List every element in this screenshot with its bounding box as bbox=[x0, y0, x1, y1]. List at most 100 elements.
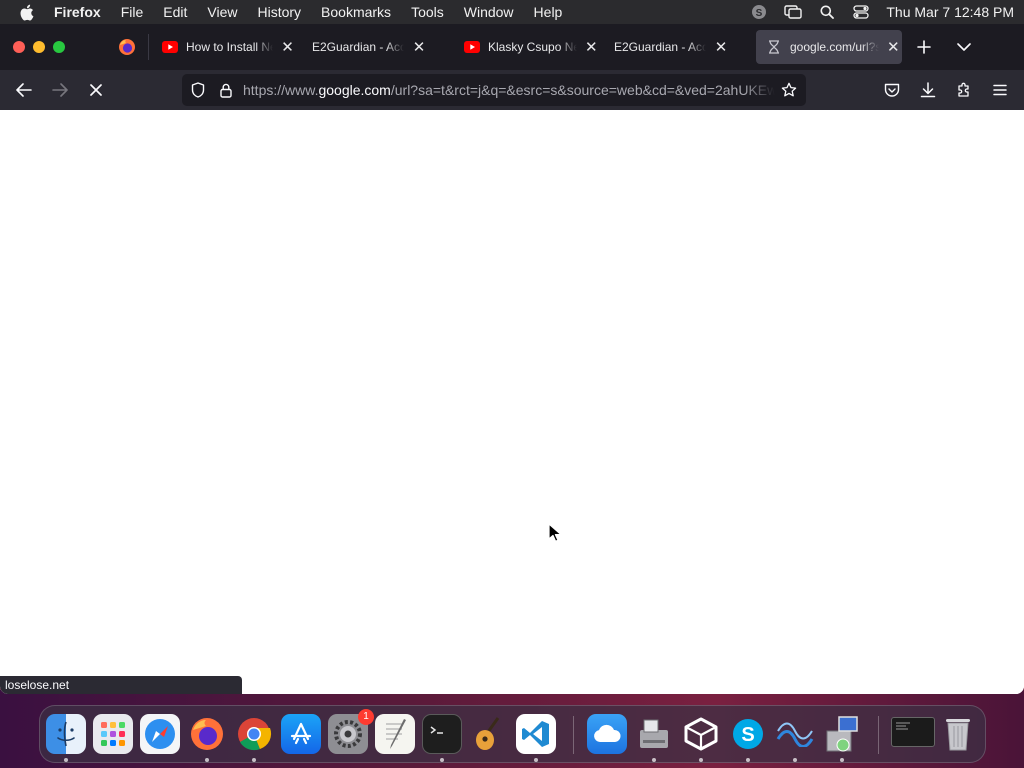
window-close-button[interactable] bbox=[13, 41, 25, 53]
dock-boot-camp-assistant[interactable] bbox=[634, 714, 674, 754]
finder-icon bbox=[57, 721, 75, 747]
menu-window[interactable]: Window bbox=[454, 0, 524, 24]
dock-system-settings[interactable]: 1 bbox=[328, 709, 374, 754]
apple-menu-icon[interactable] bbox=[0, 4, 52, 21]
puzzle-piece-icon bbox=[958, 82, 969, 97]
tab-title: E2Guardian - Access Denied bbox=[312, 40, 404, 54]
dock-separator bbox=[573, 716, 574, 754]
dock: 1 S bbox=[39, 705, 986, 763]
tab-e2guardian-access-denied-1[interactable]: E2Guardian - Access Denied ✕ bbox=[300, 30, 446, 64]
firefox-window: How to Install Netflix ✕ E2Guardian - Ac… bbox=[0, 24, 1024, 694]
dock-separator bbox=[878, 716, 879, 754]
close-tab-icon[interactable]: ✕ bbox=[410, 38, 428, 56]
dock-installer[interactable] bbox=[822, 714, 862, 754]
running-indicator bbox=[534, 758, 538, 762]
menu-file[interactable]: File bbox=[111, 0, 154, 24]
menu-app-name[interactable]: Firefox bbox=[52, 0, 111, 24]
dock-visual-studio-code[interactable] bbox=[516, 714, 556, 754]
url-bar[interactable]: https://www.google.com/url?sa=t&rct=j&q=… bbox=[182, 74, 806, 106]
close-tab-icon[interactable]: ✕ bbox=[712, 38, 730, 56]
downloads-button[interactable] bbox=[916, 78, 940, 102]
installer-box-icon bbox=[826, 716, 858, 752]
page-content[interactable] bbox=[0, 110, 1024, 694]
menu-history[interactable]: History bbox=[247, 0, 311, 24]
running-indicator bbox=[746, 758, 750, 762]
dock-garageband[interactable] bbox=[469, 714, 509, 754]
dock-google-chrome[interactable] bbox=[234, 714, 274, 754]
terminal-window-thumbnail-icon bbox=[896, 722, 910, 730]
plus-icon bbox=[917, 40, 931, 54]
window-minimize-button[interactable] bbox=[33, 41, 45, 53]
skype-status-icon[interactable]: S bbox=[750, 4, 768, 20]
bookmark-star-icon[interactable] bbox=[781, 82, 797, 98]
tab-how-to-install-netflix[interactable]: How to Install Netflix ✕ bbox=[152, 30, 296, 64]
dock-launchpad[interactable] bbox=[93, 714, 133, 754]
control-center-icon[interactable] bbox=[852, 4, 870, 20]
svg-text:S: S bbox=[741, 724, 754, 746]
list-all-tabs-button[interactable] bbox=[952, 35, 976, 59]
notification-badge: 1 bbox=[358, 709, 374, 725]
dock-trash[interactable] bbox=[938, 714, 978, 754]
terminal-prompt-icon bbox=[430, 726, 443, 734]
running-indicator bbox=[252, 758, 256, 762]
lock-icon[interactable] bbox=[218, 82, 234, 98]
close-tab-icon[interactable]: ✕ bbox=[583, 38, 600, 56]
tab-title: Klasky Csupo New Logo bbox=[488, 40, 577, 54]
dock-terminal[interactable] bbox=[422, 714, 462, 754]
close-tab-icon[interactable]: ✕ bbox=[885, 38, 902, 56]
menu-bookmarks[interactable]: Bookmarks bbox=[311, 0, 401, 24]
dock-skype[interactable]: S bbox=[728, 714, 768, 754]
pocket-icon bbox=[884, 83, 900, 97]
dock-icloud[interactable] bbox=[587, 714, 627, 754]
menu-bar: Firefox File Edit View History Bookmarks… bbox=[0, 0, 1024, 24]
dock-sketchup[interactable] bbox=[681, 714, 721, 754]
new-tab-button[interactable] bbox=[912, 35, 936, 59]
window-fullscreen-button[interactable] bbox=[53, 41, 65, 53]
forward-arrow-icon bbox=[52, 83, 68, 97]
stop-loading-button[interactable] bbox=[84, 78, 108, 102]
gear-icon bbox=[334, 720, 362, 748]
spotlight-search-icon[interactable] bbox=[818, 4, 836, 20]
running-indicator bbox=[699, 758, 703, 762]
hamburger-menu-icon bbox=[993, 84, 1007, 96]
youtube-icon bbox=[464, 39, 480, 55]
menu-view[interactable]: View bbox=[197, 0, 247, 24]
tab-bar: How to Install Netflix ✕ E2Guardian - Ac… bbox=[0, 24, 1024, 70]
url-path: /url?sa=t&rct=j&q=&esrc=s&source=web&cd=… bbox=[390, 82, 775, 98]
tab-e2guardian-access-denied-2[interactable]: E2Guardian - Access Denied ✕ bbox=[602, 30, 748, 64]
hourglass-loading-icon bbox=[766, 39, 782, 55]
application-menu-button[interactable] bbox=[988, 78, 1012, 102]
navigation-toolbar: https://www.google.com/url?sa=t&rct=j&q=… bbox=[0, 70, 1024, 110]
extensions-button[interactable] bbox=[952, 78, 976, 102]
menu-help[interactable]: Help bbox=[524, 0, 573, 24]
tab-separator bbox=[148, 34, 149, 60]
url-text[interactable]: https://www.google.com/url?sa=t&rct=j&q=… bbox=[243, 74, 775, 106]
download-icon bbox=[920, 82, 936, 98]
dock-firefox[interactable] bbox=[187, 714, 227, 754]
menubar-clock[interactable]: Thu Mar 7 12:48 PM bbox=[886, 4, 1014, 20]
dock-app-store[interactable] bbox=[281, 714, 321, 754]
back-arrow-icon bbox=[16, 83, 32, 97]
dock-minimized-terminal-window[interactable] bbox=[891, 717, 935, 747]
menu-edit[interactable]: Edit bbox=[153, 0, 197, 24]
vscode-icon bbox=[522, 721, 549, 747]
dock-textedit[interactable] bbox=[375, 714, 415, 754]
dock-finder[interactable] bbox=[46, 714, 86, 754]
close-tab-icon[interactable]: ✕ bbox=[279, 38, 296, 56]
tracking-protection-shield-icon[interactable] bbox=[190, 82, 206, 98]
dock-network-utility[interactable] bbox=[775, 714, 815, 754]
youtube-icon bbox=[162, 39, 178, 55]
forward-button[interactable] bbox=[48, 78, 72, 102]
dock-safari[interactable] bbox=[140, 714, 180, 754]
tab-klasky-csupo-new-logo[interactable]: Klasky Csupo New Logo ✕ bbox=[454, 30, 600, 64]
url-prefix: https://www. bbox=[243, 82, 319, 98]
menu-tools[interactable]: Tools bbox=[401, 0, 454, 24]
running-indicator bbox=[64, 758, 68, 762]
pocket-button[interactable] bbox=[880, 78, 904, 102]
firefox-view-button[interactable] bbox=[112, 32, 142, 62]
tab-google-redirect-active[interactable]: google.com/url?sa=t ✕ bbox=[756, 30, 902, 64]
back-button[interactable] bbox=[12, 78, 36, 102]
textedit-icon bbox=[386, 719, 406, 749]
screen-mirroring-icon[interactable] bbox=[784, 4, 803, 20]
app-store-icon bbox=[290, 722, 312, 745]
